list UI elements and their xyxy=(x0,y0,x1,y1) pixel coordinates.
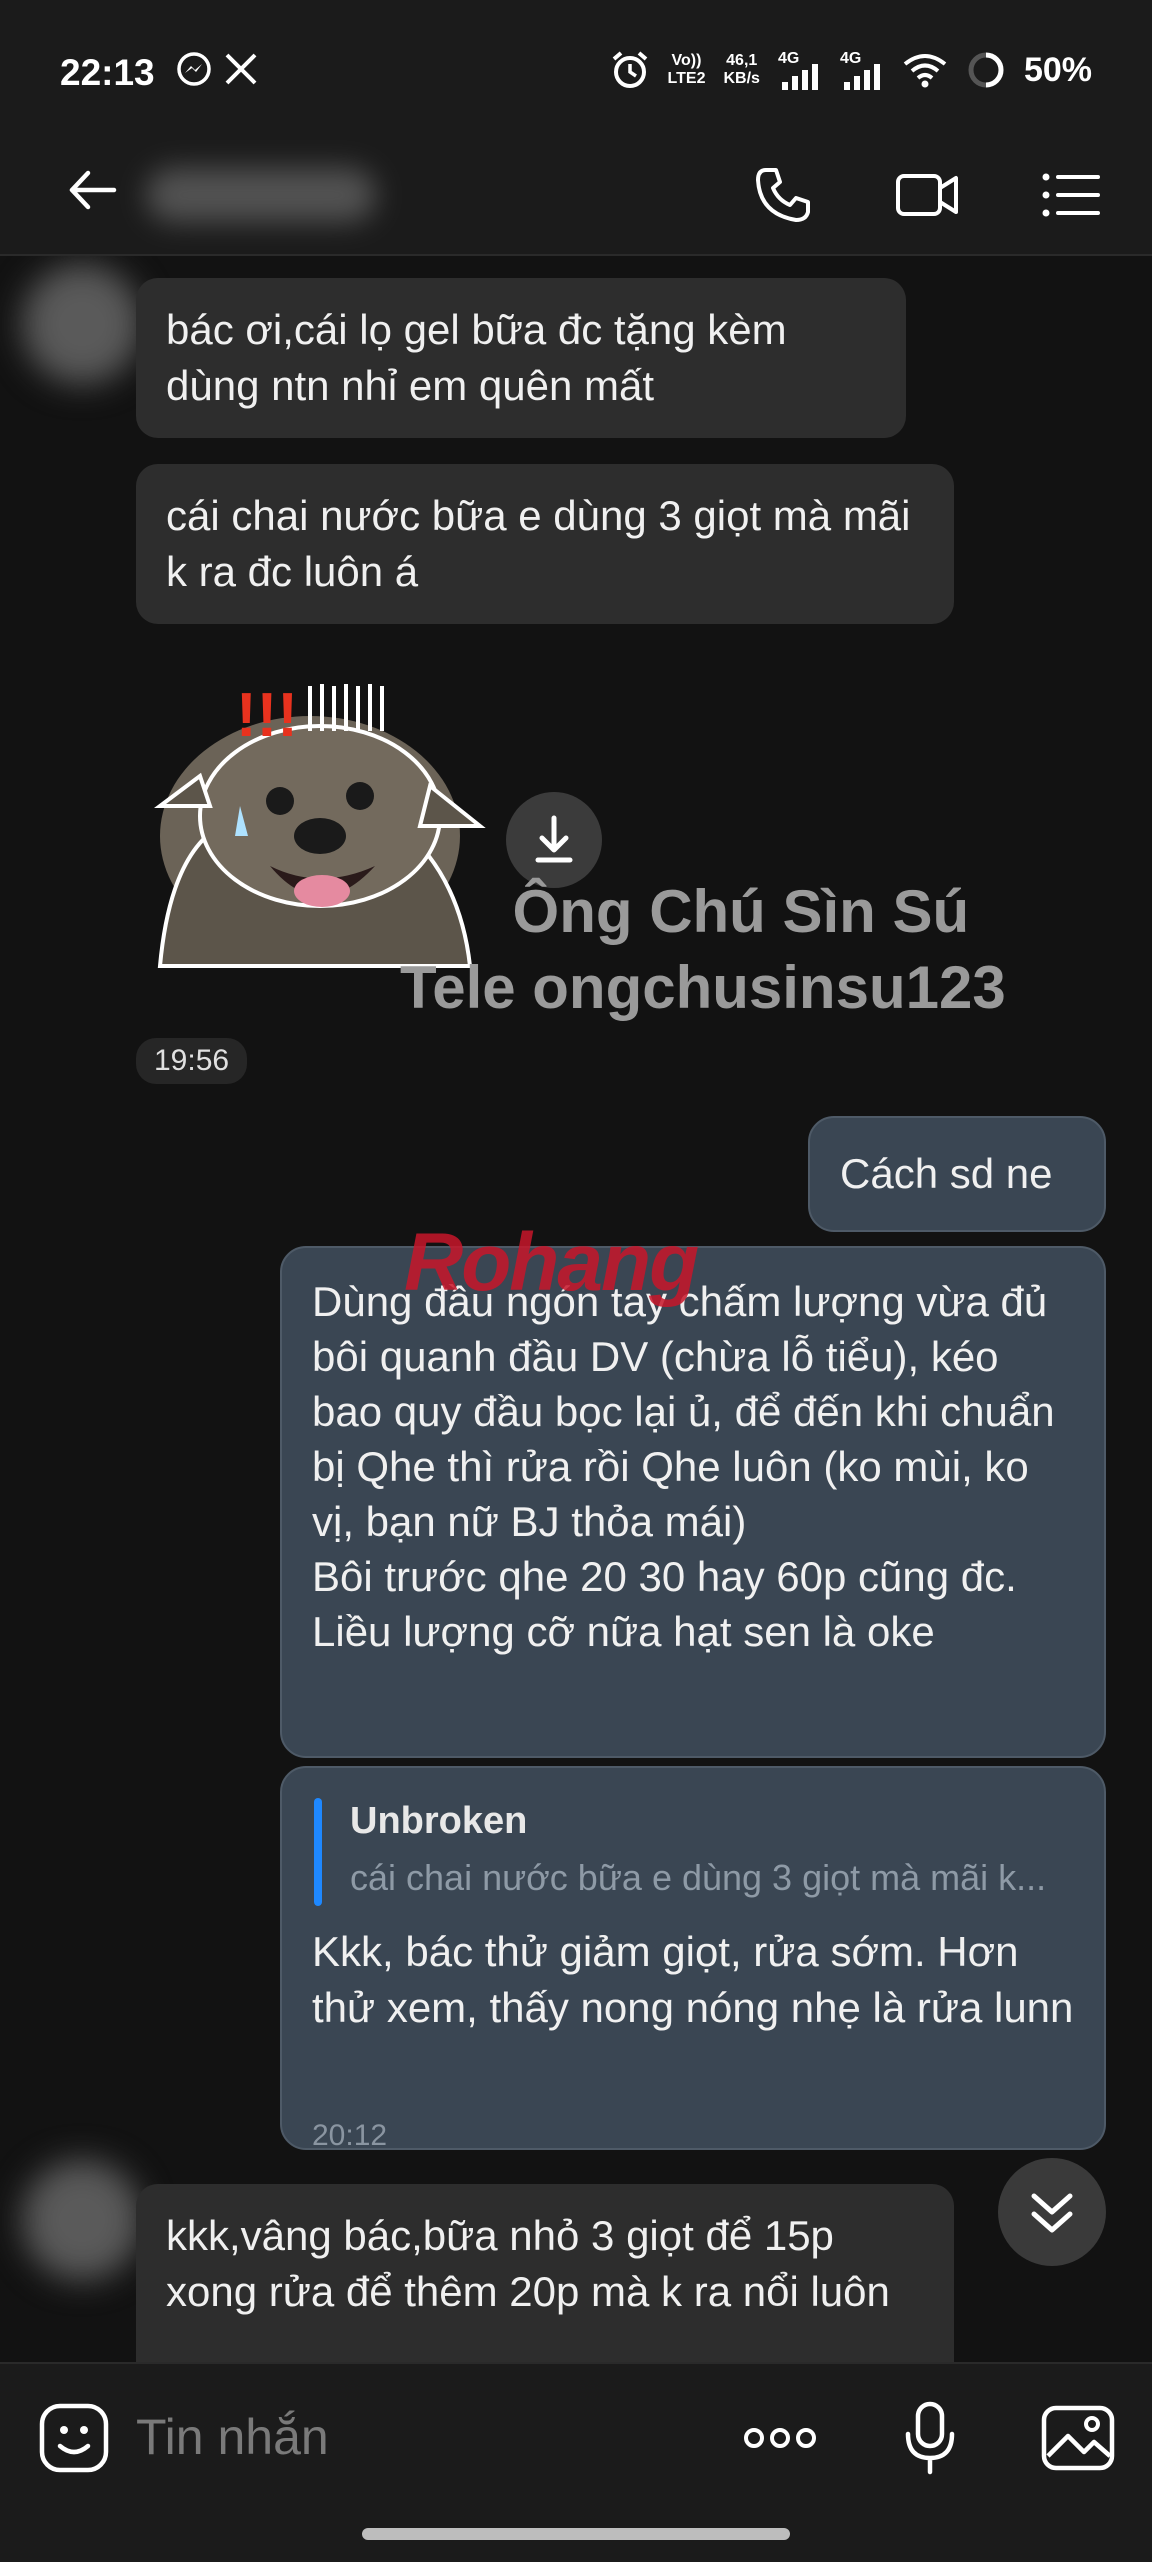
menu-list-icon[interactable] xyxy=(1036,160,1106,230)
outgoing-message[interactable]: Cách sd ne xyxy=(808,1116,1106,1232)
reply-sender-name: Unbroken xyxy=(350,1800,528,1842)
reply-body-text: Kkk, bác thử giảm giọt, rửa sớm. Hơn thử… xyxy=(312,1928,1074,2031)
sticker-exclaim: !!! xyxy=(236,681,298,750)
lte2-label: LTE2 xyxy=(667,70,706,87)
signal-2: 4G xyxy=(840,50,884,90)
message-input[interactable]: Tin nhắn xyxy=(136,2408,329,2466)
phone-icon[interactable] xyxy=(748,160,818,230)
volte-label: Vo)) xyxy=(671,52,702,69)
signal-icon xyxy=(781,64,818,90)
incoming-message[interactable]: kkk,vâng bác,bữa nhỏ 3 giọt để 15p xong … xyxy=(136,2184,954,2362)
outgoing-message[interactable]: Dùng đầu ngón tay chấm lượng vừa đủ bôi … xyxy=(280,1246,1106,1758)
contact-name-blurred[interactable] xyxy=(146,168,376,222)
back-arrow-icon[interactable] xyxy=(64,160,124,220)
signal-1: 4G xyxy=(778,50,822,90)
message-timestamp: 19:56 xyxy=(136,1038,248,1084)
reply-accent-bar xyxy=(314,1798,322,1906)
status-bar: 22:13 Vo)) LTE2 46,1 KB/s 4G 4G 50% xyxy=(0,0,1152,136)
status-time: 22:13 xyxy=(60,52,155,93)
avatar[interactable] xyxy=(22,264,142,384)
incoming-message[interactable]: bác ơi,cái lọ gel bữa đc tặng kèm dùng n… xyxy=(136,278,906,438)
battery-level: 50% xyxy=(1023,50,1092,89)
wifi-icon xyxy=(903,54,947,88)
home-indicator[interactable] xyxy=(362,2528,790,2540)
site-logo-watermark: Rohang xyxy=(404,1217,699,1308)
outgoing-reply-message[interactable]: Unbroken cái chai nước bữa e dùng 3 giọt… xyxy=(280,1766,1106,2152)
message-composer: Tin nhắn xyxy=(0,2362,1152,2562)
signal-icon xyxy=(843,64,880,90)
message-paragraph: Dùng đầu ngón tay chấm lượng vừa đủ bôi … xyxy=(312,1278,1055,1545)
scroll-to-bottom-button[interactable] xyxy=(998,2158,1106,2266)
chevron-double-down-icon xyxy=(1031,2193,1073,2233)
sticker-watermark: Ông Chú Sìn Sú Tele ongchusinsu123 xyxy=(400,874,1006,1026)
incoming-message[interactable]: cái chai nước bữa e dùng 3 giọt mà mãi k… xyxy=(136,464,954,624)
microphone-icon[interactable] xyxy=(892,2400,968,2476)
status-right-group: Vo)) LTE2 46,1 KB/s 4G 4G 50% xyxy=(610,50,1092,90)
message-timestamp: 20:12 xyxy=(312,2119,388,2152)
reply-quoted-text[interactable]: cái chai nước bữa e dùng 3 giọt mà mãi k… xyxy=(350,1850,1070,1905)
alarm-icon xyxy=(612,51,647,88)
speed-unit: KB/s xyxy=(723,70,760,87)
video-camera-icon[interactable] xyxy=(892,160,962,230)
chat-header xyxy=(0,136,1152,256)
image-gallery-icon[interactable] xyxy=(1040,2400,1116,2476)
volte-indicator: Vo)) LTE2 xyxy=(668,52,706,88)
x-logo-icon xyxy=(225,53,257,85)
speed-value: 46,1 xyxy=(726,52,758,69)
messenger-icon xyxy=(177,52,211,86)
emoji-sticker-icon[interactable] xyxy=(36,2400,112,2476)
watermark-line-1: Ông Chú Sìn Sú xyxy=(512,878,970,945)
chat-message-list[interactable]: bác ơi,cái lọ gel bữa đc tặng kèm dùng n… xyxy=(0,256,1152,2362)
battery-ring-icon xyxy=(968,52,1004,88)
network-speed: 46,1 KB/s xyxy=(723,52,759,88)
watermark-line-2: Tele ongchusinsu123 xyxy=(400,954,1006,1021)
avatar[interactable] xyxy=(22,2160,142,2280)
more-dots-icon[interactable] xyxy=(740,2400,820,2476)
message-paragraph: Bôi trước qhe 20 30 hay 60p cũng đc. Liề… xyxy=(312,1553,1017,1655)
